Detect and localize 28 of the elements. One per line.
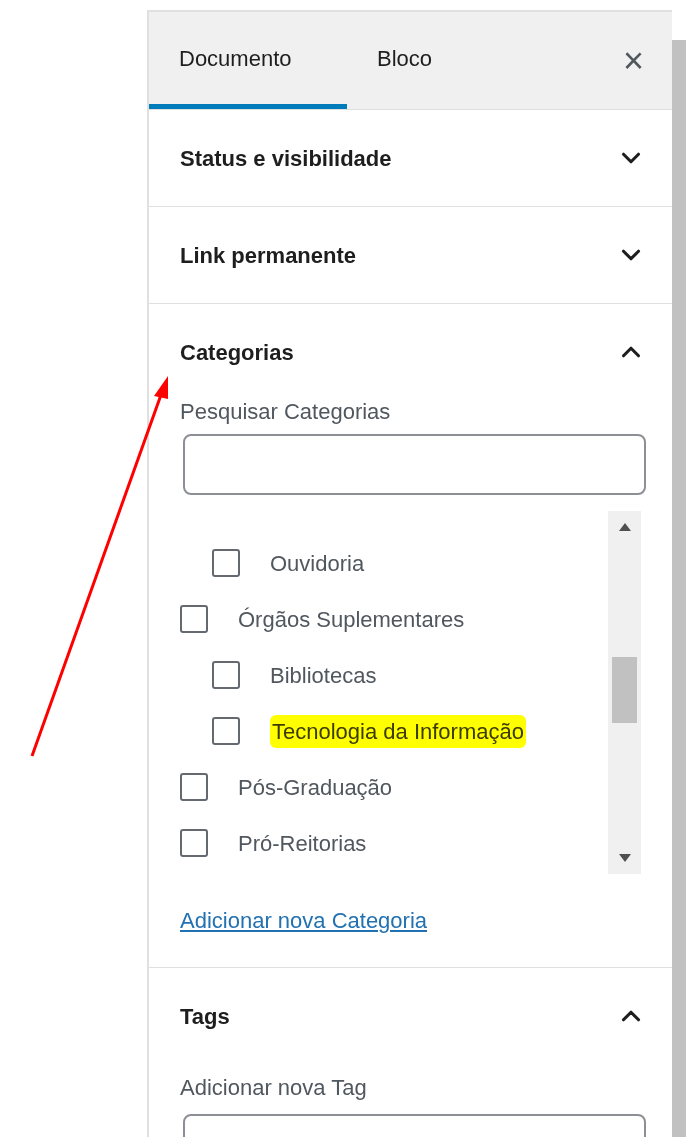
checkbox[interactable] xyxy=(180,773,208,801)
search-field[interactable] xyxy=(183,434,646,495)
checkbox[interactable] xyxy=(212,717,240,745)
category-label: Ouvidoria xyxy=(270,549,365,578)
checkbox[interactable] xyxy=(180,829,208,857)
checkbox[interactable] xyxy=(180,605,208,633)
add-category-link[interactable]: Adicionar nova Categoria xyxy=(180,904,641,937)
page-scrollbar[interactable] xyxy=(672,40,686,1137)
list-scrollbar[interactable] xyxy=(608,511,641,874)
panel-header[interactable]: Categorias xyxy=(149,304,672,400)
field-label: Adicionar nova Tag xyxy=(180,1074,368,1102)
category-label: Pró-Reitorias xyxy=(238,829,367,858)
checkbox[interactable] xyxy=(212,661,240,689)
category-label: Pós-Graduação xyxy=(238,773,393,802)
category-label: Tecnologia da Informação xyxy=(270,714,526,748)
category-label: Bibliotecas xyxy=(270,661,377,690)
scroll-down-icon[interactable] xyxy=(618,854,631,862)
panel-header[interactable]: Link permanente xyxy=(149,207,672,303)
field-label: Pesquisar Categorias xyxy=(180,398,392,426)
close-button[interactable]: × xyxy=(594,12,672,109)
scroll-thumb[interactable] xyxy=(612,657,637,723)
category-label: Órgãos Suplementares xyxy=(238,605,465,634)
tab[interactable]: Bloco xyxy=(347,12,463,109)
tab[interactable]: Documento xyxy=(149,12,347,109)
checkbox[interactable] xyxy=(212,549,240,577)
panel-header[interactable]: Status e visibilidade xyxy=(149,110,672,206)
panel-header[interactable]: Tags xyxy=(149,968,672,1064)
scroll-up-icon[interactable] xyxy=(618,523,631,531)
